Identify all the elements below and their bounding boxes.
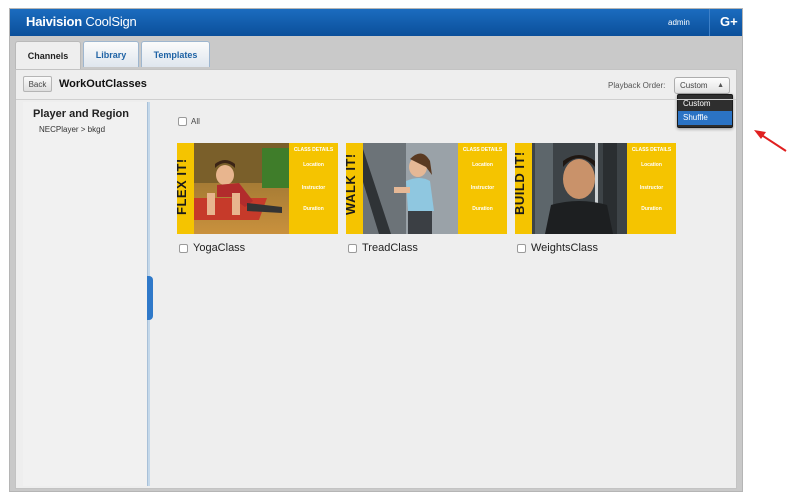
- tread-details: CLASS DETAILS Location Instructor Durati…: [458, 143, 507, 234]
- select-all-label: All: [191, 117, 200, 126]
- header-divider: [16, 99, 736, 100]
- player-path-item[interactable]: NECPlayer > bkgd: [39, 125, 105, 134]
- topbar-divider: [709, 9, 710, 36]
- tread-banner: WALK IT!: [346, 143, 363, 234]
- thumbnail-weights[interactable]: BUILD IT! CLASS DETAILS Location Instruc…: [515, 143, 676, 234]
- select-all-checkbox[interactable]: [178, 117, 187, 126]
- player-region-panel: Player and Region NECPlayer > bkgd: [23, 102, 147, 486]
- select-arrows-icon: ▲: [717, 82, 724, 89]
- tread-checkbox[interactable]: [348, 243, 357, 253]
- tab-templates[interactable]: Templates: [141, 41, 210, 67]
- thumbnail-tread[interactable]: WALK IT! CLASS DETAILS Location Instruct…: [346, 143, 507, 234]
- tab-channels[interactable]: Channels: [15, 41, 81, 70]
- yoga-name: YogaClass: [193, 242, 246, 254]
- app-window: Haivision CoolSign admin G+ Channels Lib…: [9, 8, 743, 492]
- weights-checkbox[interactable]: [517, 243, 526, 253]
- yoga-checkbox[interactable]: [179, 243, 188, 253]
- page-title: WorkOutClasses: [59, 78, 147, 90]
- top-bar: Haivision CoolSign admin G+: [10, 9, 742, 36]
- tread-item: TreadClass: [348, 242, 418, 254]
- back-button[interactable]: Back: [23, 76, 52, 92]
- thumbnail-yoga[interactable]: FLEX IT! CLASS DETAILS Location Instruct…: [177, 143, 338, 234]
- playback-order-select[interactable]: Custom ▲: [674, 77, 730, 94]
- weights-banner: BUILD IT!: [515, 143, 532, 234]
- weights-name: WeightsClass: [531, 242, 599, 254]
- weights-details: CLASS DETAILS Location Instructor Durati…: [627, 143, 676, 234]
- select-all-row: All: [178, 117, 200, 126]
- yoga-details: CLASS DETAILS Location Instructor Durati…: [289, 143, 338, 234]
- playback-order-label: Playback Order:: [608, 81, 666, 90]
- annotation-arrow-icon: [754, 130, 787, 152]
- logout-icon[interactable]: G+: [720, 14, 738, 29]
- tab-library[interactable]: Library: [83, 41, 139, 67]
- user-name[interactable]: admin: [668, 18, 690, 27]
- playlist-pane: All FLEX IT! CLASS DETAILS Location Inst…: [153, 102, 735, 486]
- yoga-banner: FLEX IT!: [177, 143, 194, 234]
- weights-item: WeightsClass: [517, 242, 598, 254]
- playback-order-value: Custom: [680, 81, 708, 90]
- yoga-item: YogaClass: [179, 242, 245, 254]
- tread-name: TreadClass: [362, 242, 418, 254]
- channel-content: Back WorkOutClasses Playback Order: Cust…: [15, 69, 737, 489]
- panel-title: Player and Region: [33, 108, 129, 120]
- brand-logo: Haivision CoolSign: [26, 14, 137, 29]
